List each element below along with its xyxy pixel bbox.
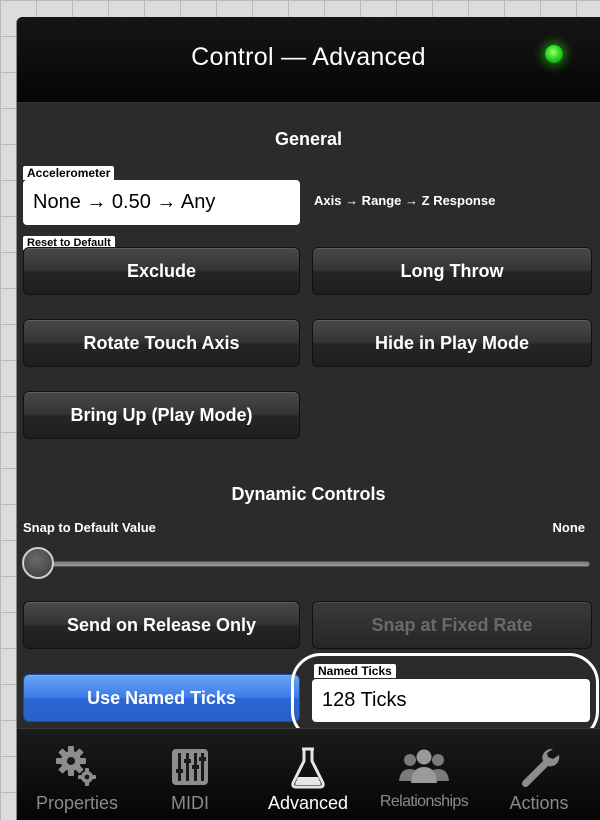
section-title-dynamic-controls: Dynamic Controls [231, 484, 386, 504]
tab-midi[interactable]: MIDI [140, 729, 240, 820]
title-bar: Control — Advanced [17, 17, 600, 103]
snap-slider-thumb[interactable] [22, 547, 54, 579]
use-named-ticks-button[interactable]: Use Named Ticks [23, 674, 300, 722]
tab-actions-label: Actions [509, 793, 569, 813]
wrench-icon [489, 743, 589, 791]
people-icon [366, 743, 482, 791]
send-on-release-only-button[interactable]: Send on Release Only [23, 601, 300, 649]
tab-bar: Properties MIDI Advanced Relationships A… [17, 728, 600, 820]
status-led-icon [545, 45, 563, 63]
settings-content: General Accelerometer None → 0.50 → Any … [17, 103, 600, 741]
tab-properties[interactable]: Properties [27, 729, 127, 820]
snap-to-default-value: None [552, 520, 586, 535]
snap-slider-track[interactable] [37, 561, 590, 567]
tab-advanced-label: Advanced [267, 793, 349, 813]
gears-icon [27, 743, 127, 791]
named-ticks-label: Named Ticks [314, 664, 396, 678]
snap-at-fixed-rate-button[interactable]: Snap at Fixed Rate [312, 601, 592, 649]
tab-properties-label: Properties [35, 793, 119, 813]
tab-actions[interactable]: Actions [489, 729, 589, 820]
long-throw-button[interactable]: Long Throw [312, 247, 592, 295]
tab-advanced[interactable]: Advanced [253, 729, 363, 820]
section-title-general: General [274, 129, 343, 149]
tab-midi-label: MIDI [171, 793, 209, 813]
exclude-button[interactable]: Exclude [23, 247, 300, 295]
page-title: Control — Advanced [191, 43, 426, 71]
snap-to-default-label: Snap to Default Value [23, 520, 156, 535]
control-panel: Control — Advanced General Accelerometer… [17, 17, 600, 820]
hide-in-play-mode-button[interactable]: Hide in Play Mode [312, 319, 592, 367]
accelerometer-label: Accelerometer [23, 166, 115, 180]
mixer-sliders-icon [140, 743, 240, 791]
accelerometer-field[interactable]: None → 0.50 → Any [23, 180, 300, 225]
tab-relationships[interactable]: Relationships [366, 729, 482, 820]
accelerometer-hint: Axis → Range → Z Response [314, 193, 496, 208]
bring-up-play-mode-button[interactable]: Bring Up (Play Mode) [23, 391, 300, 439]
tab-relationships-label: Relationships [379, 793, 469, 810]
flask-icon [253, 743, 363, 791]
rotate-touch-axis-button[interactable]: Rotate Touch Axis [23, 319, 300, 367]
named-ticks-field[interactable]: 128 Ticks [312, 679, 590, 722]
